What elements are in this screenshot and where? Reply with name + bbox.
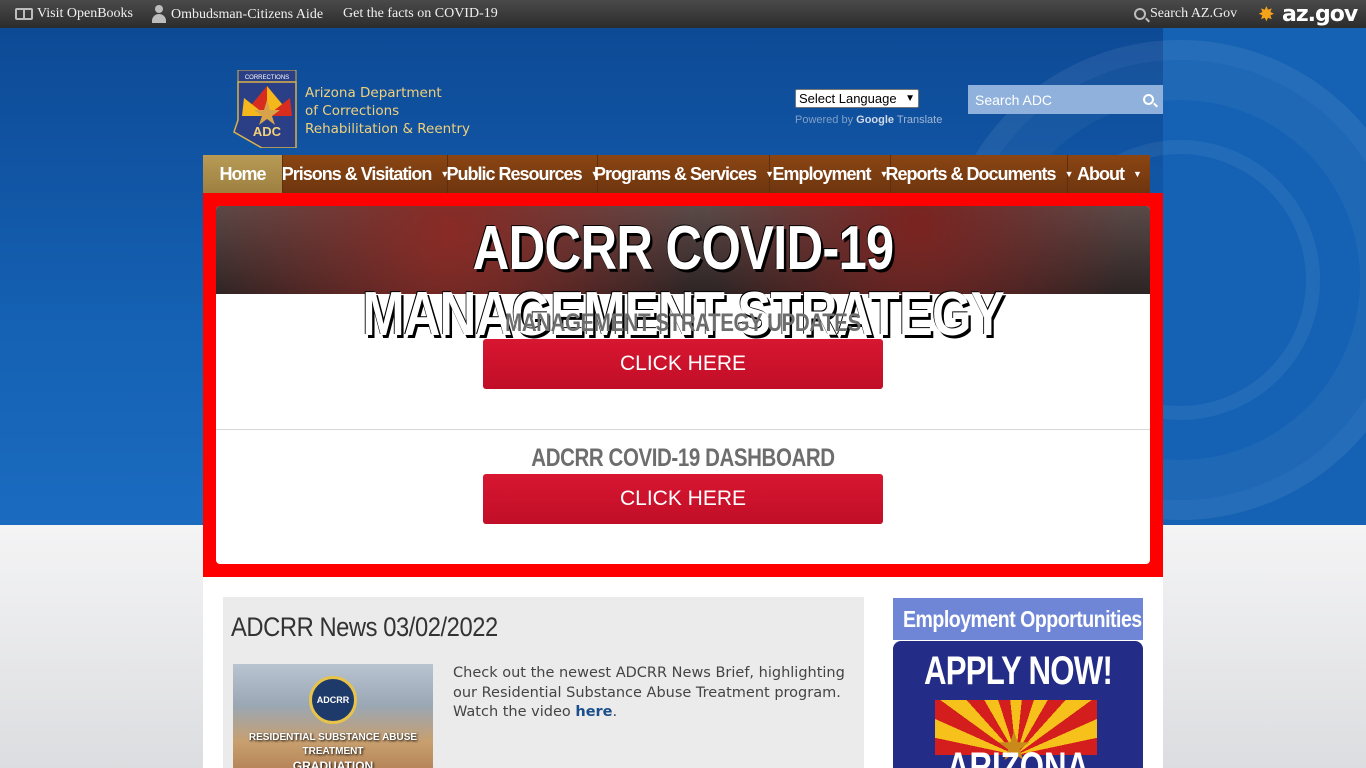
- nav-item-prisons-visitation[interactable]: Prisons & Visitation ▼: [281, 155, 449, 193]
- news-body: Check out the newest ADCRR News Brief, h…: [453, 664, 853, 723]
- person-icon: [151, 5, 167, 23]
- nav-item-employment[interactable]: Employment ▼: [770, 155, 891, 193]
- covid-dashboard-title: ADCRR COVID-19 DASHBOARD: [531, 444, 835, 472]
- search-icon[interactable]: [1143, 94, 1154, 105]
- covid-facts-link[interactable]: Get the facts on COVID-19: [343, 6, 498, 22]
- nav-item-label: Programs & Services: [593, 163, 757, 184]
- language-select[interactable]: Select Language ▼: [795, 89, 919, 108]
- azgov-logo-text: az.gov: [1282, 2, 1358, 27]
- nav-item-label: Reports & Documents: [885, 163, 1057, 184]
- sunburst-star-icon: ✸: [1258, 3, 1275, 26]
- org-name-line1: Arizona Department: [305, 85, 442, 101]
- watch-suffix: .: [612, 704, 618, 720]
- management-updates-title: MANAGEMENT STRATEGY UPDATES: [505, 309, 861, 337]
- management-updates-button[interactable]: CLICK HERE: [483, 339, 883, 389]
- azgov-logo[interactable]: ✸ az.gov: [1258, 2, 1358, 27]
- google-logo-text: Google: [856, 114, 895, 126]
- ombudsman-link[interactable]: Ombudsman-Citizens Aide: [151, 5, 323, 23]
- nav-item-label: Public Resources: [446, 163, 583, 184]
- covid-panel-inner: ADCRR COVID-19 MANAGEMENT STRATEGY MANAG…: [216, 206, 1150, 564]
- nav-item-label: Home: [219, 163, 266, 184]
- org-name[interactable]: Arizona Department of Corrections Rehabi…: [305, 84, 470, 138]
- button-label: CLICK HERE: [619, 352, 747, 375]
- top-utility-bar: Visit OpenBooks Ombudsman-Citizens Aide …: [0, 0, 1366, 28]
- search-placeholder: Search ADC: [975, 91, 1053, 108]
- news-title: ADCRR News 03/02/2022: [231, 612, 498, 642]
- openbooks-label: Visit OpenBooks: [37, 6, 133, 21]
- adc-logo-badge[interactable]: CORRECTIONS ADC: [232, 70, 298, 148]
- site-search-input[interactable]: Search ADC: [968, 85, 1163, 114]
- google-translate-credit: Powered by Google Translate: [795, 114, 942, 126]
- chevron-down-icon: ▼: [905, 93, 915, 104]
- caption-line2: GRADUATION: [292, 759, 374, 768]
- covid-dashboard-button[interactable]: CLICK HERE: [483, 474, 883, 524]
- ombudsman-label: Ombudsman-Citizens Aide: [171, 6, 324, 22]
- nav-item-about[interactable]: About ▼: [1068, 155, 1150, 193]
- logo-badge-abbrev: ADC: [253, 124, 282, 139]
- news-body-watch: Watch the video here.: [453, 703, 853, 723]
- language-select-value: Select Language: [799, 91, 897, 106]
- covid-facts-label: Get the facts on COVID-19: [343, 6, 498, 21]
- nav-item-reports-documents[interactable]: Reports & Documents ▼: [886, 155, 1073, 193]
- nav-item-public-resources[interactable]: Public Resources ▼: [446, 155, 599, 193]
- watch-video-link[interactable]: here: [575, 704, 612, 720]
- openbooks-link[interactable]: Visit OpenBooks: [15, 6, 133, 22]
- watch-prefix: Watch the video: [453, 704, 576, 720]
- nav-item-programs-services[interactable]: Programs & Services ▼: [594, 155, 774, 193]
- search-icon: [1134, 8, 1146, 20]
- employment-heading[interactable]: Employment Opportunities: [893, 598, 1143, 640]
- news-body-text: Check out the newest ADCRR News Brief, h…: [453, 665, 845, 701]
- arizona-text: ARIZONA: [946, 745, 1090, 768]
- adcrr-seal-icon: ADCRR: [309, 676, 357, 724]
- button-label: CLICK HERE: [619, 487, 747, 510]
- book-icon: [15, 8, 33, 20]
- nav-item-label: About: [1077, 163, 1125, 184]
- nav-item-home[interactable]: Home: [203, 155, 283, 193]
- employment-heading-label: Employment Opportunities: [903, 605, 1142, 632]
- seal-text: ADCRR: [316, 695, 350, 705]
- divider: [216, 429, 1150, 430]
- org-name-line2: of Corrections: [305, 103, 400, 119]
- news-image[interactable]: ADCRR RESIDENTIAL SUBSTANCE ABUSE TREATM…: [233, 664, 433, 768]
- nav-item-label: Employment: [772, 163, 872, 184]
- search-azgov-link[interactable]: Search AZ.Gov: [1134, 6, 1237, 22]
- caret-down-icon: ▼: [1133, 169, 1142, 179]
- org-name-line3: Rehabilitation & Reentry: [305, 121, 471, 137]
- news-image-caption: RESIDENTIAL SUBSTANCE ABUSE TREATMENT GR…: [233, 731, 433, 768]
- search-azgov-label: Search AZ.Gov: [1150, 6, 1238, 21]
- main-nav: Home Prisons & Visitation ▼ Public Resour…: [203, 155, 1150, 193]
- nav-item-label: Prisons & Visitation: [281, 163, 433, 184]
- apply-now-banner[interactable]: APPLY NOW! ★ ARIZONA: [893, 641, 1143, 768]
- apply-now-text: APPLY NOW!: [923, 649, 1113, 693]
- logo-badge-top-text: CORRECTIONS: [245, 75, 289, 81]
- powered-by-label: Powered by: [795, 114, 854, 126]
- covid-banner: ADCRR COVID-19 MANAGEMENT STRATEGY: [216, 206, 1150, 348]
- caption-line1: RESIDENTIAL SUBSTANCE ABUSE TREATMENT: [248, 732, 418, 757]
- translate-link[interactable]: Translate: [897, 114, 942, 126]
